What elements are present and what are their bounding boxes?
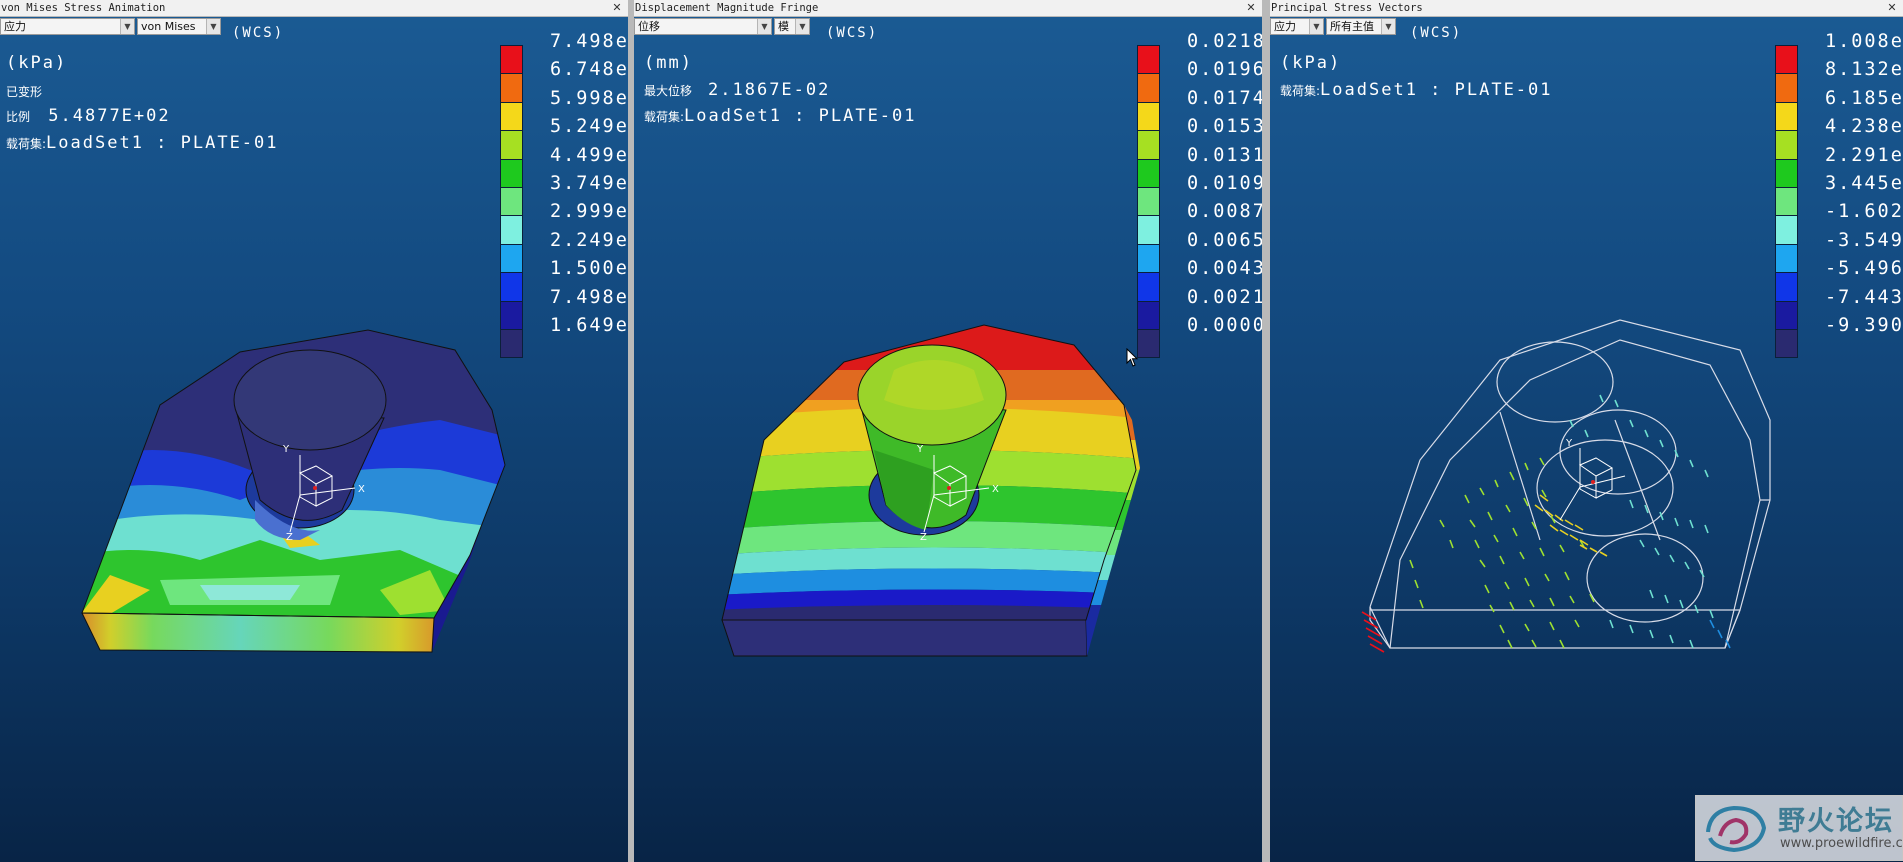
wcs-axis-icon (1559, 448, 1626, 521)
stress-vectors (1361, 394, 1731, 653)
stress-vector-wireframe-model[interactable]: Y (1270, 0, 1903, 862)
svg-text:Z: Z (286, 532, 293, 543)
svg-text:Y: Y (282, 444, 290, 455)
stress-fringe-model[interactable]: Y X Z (0, 0, 628, 862)
panel-separator[interactable] (628, 0, 634, 862)
svg-text:X: X (992, 484, 999, 495)
front-face (721, 619, 1088, 657)
panel-displacement[interactable]: Displacement Magnitude Fringe ✕ 位移 ▼ 模 ▼… (634, 0, 1262, 862)
displacement-fringe-model[interactable]: Y X Z (634, 0, 1262, 862)
axis-indicator-icon (690, 854, 698, 862)
proewildfire-logo-icon (1706, 805, 1767, 853)
watermark-title: 野火论坛 (1778, 806, 1894, 837)
mouse-cursor-icon (1126, 348, 1139, 367)
axis-indicator-icon (50, 854, 58, 862)
watermark: 野火论坛 www.proewildfire.cn (1695, 795, 1903, 861)
svg-text:X: X (358, 484, 365, 495)
pin-top (233, 349, 387, 451)
panel-von-mises[interactable]: von Mises Stress Animation ✕ 应力 ▼ von Mi… (0, 0, 628, 862)
panel-principal-stress[interactable]: Principal Stress Vectors ✕ 应力 ▼ 所有主值 ▼ (… (1270, 0, 1903, 862)
panel-separator[interactable] (1262, 0, 1270, 862)
watermark-url: www.proewildfire.cn (1780, 836, 1903, 851)
svg-text:Y: Y (1565, 438, 1573, 449)
wireframe-outline (1369, 319, 1771, 611)
svg-text:Y: Y (916, 444, 924, 455)
svg-text:Z: Z (920, 532, 927, 543)
axis-indicator-icon (1323, 854, 1331, 862)
